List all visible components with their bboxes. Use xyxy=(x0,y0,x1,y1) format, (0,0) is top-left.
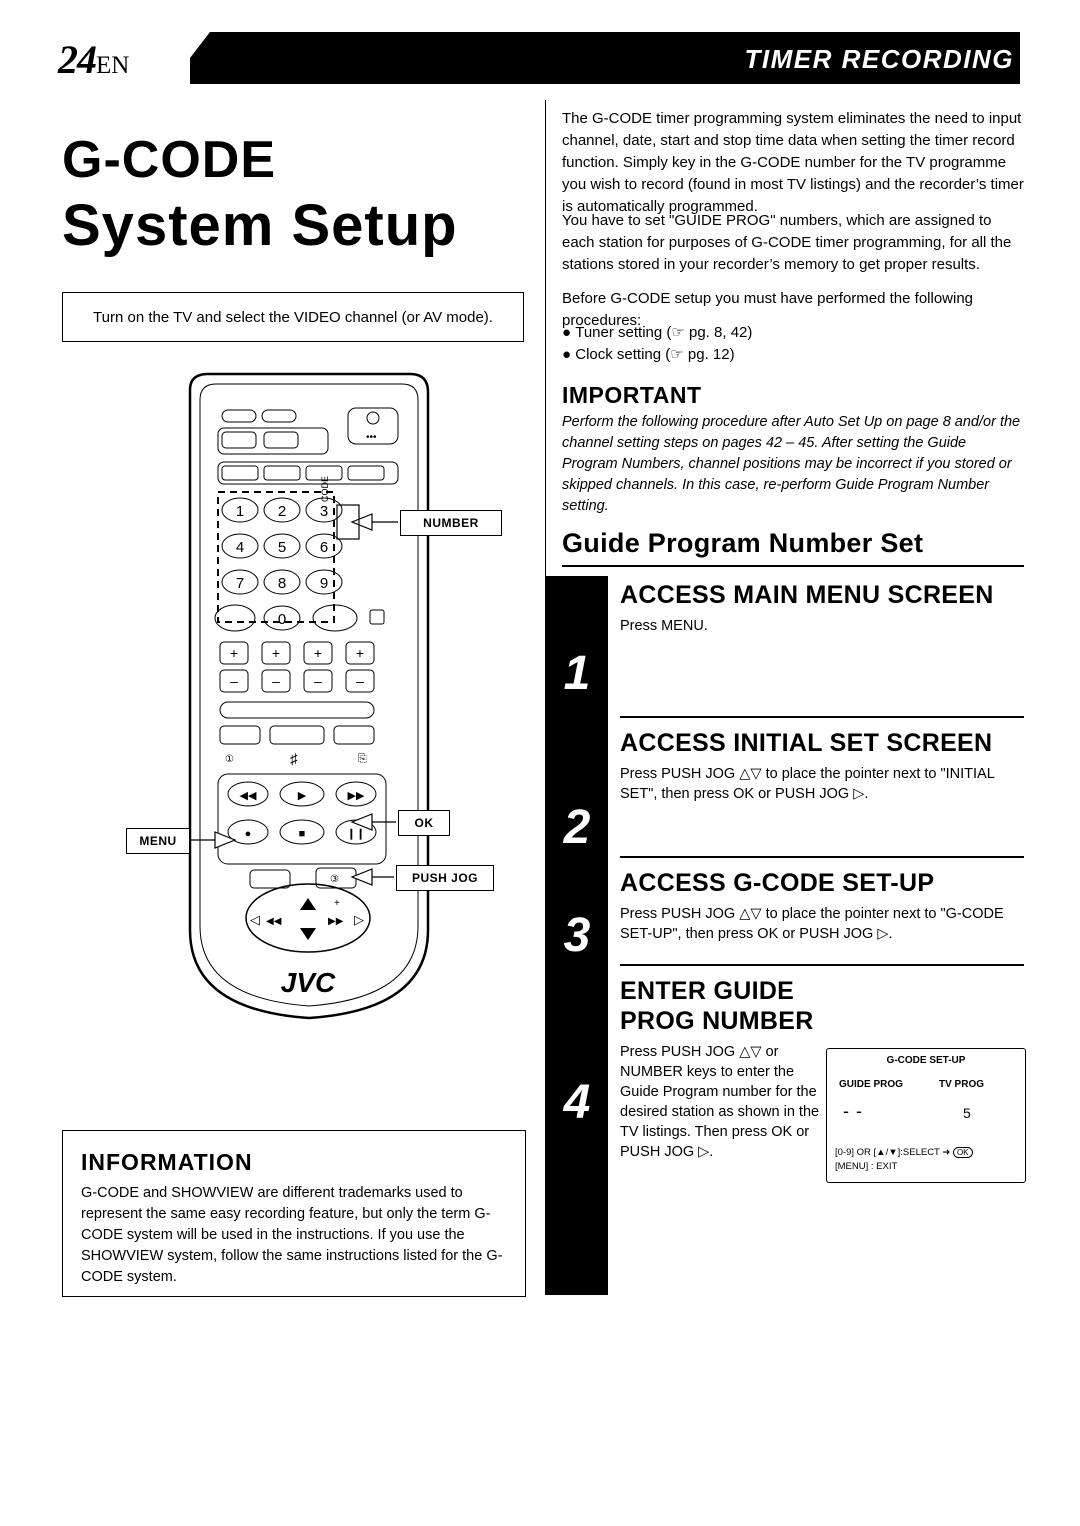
prerequisite-item: ● Clock setting (☞ pg. 12) xyxy=(562,346,735,363)
step-4-body: Press PUSH JOG △▽ or NUMBER keys to ente… xyxy=(620,1044,820,1160)
page-number-value: 24 xyxy=(58,37,97,82)
step-4: ENTER GUIDE PROG NUMBER Press PUSH JOG △… xyxy=(620,976,820,1162)
page-title-line2: System Setup xyxy=(62,193,458,258)
intro-paragraph-2: You have to set "GUIDE PROG" numbers, wh… xyxy=(562,212,1012,273)
osd-column-guide-prog: GUIDE PROG xyxy=(839,1079,903,1090)
information-body: G-CODE and SHOWVIEW are different tradem… xyxy=(81,1185,503,1285)
svg-text:3: 3 xyxy=(320,503,328,520)
page-number: 24EN xyxy=(58,36,129,83)
remote-label-small: ⎘ xyxy=(358,753,367,765)
information-heading: INFORMATION xyxy=(81,1149,253,1175)
information-box: INFORMATION G-CODE and SHOWVIEW are diff… xyxy=(62,1130,526,1297)
svg-text:+: + xyxy=(230,645,238,661)
svg-text:–: – xyxy=(230,673,238,689)
osd-column-tv-prog: TV PROG xyxy=(939,1079,985,1090)
svg-text:7: 7 xyxy=(236,575,244,592)
jog-right-icon: ▷ xyxy=(354,912,364,927)
osd-ok-glyph: OK xyxy=(952,1147,973,1158)
remote-body xyxy=(188,372,430,1020)
step-2-title: ACCESS INITIAL SET SCREEN xyxy=(620,729,993,757)
svg-text:5: 5 xyxy=(278,539,286,556)
osd-guide-prog-value: - - xyxy=(843,1101,863,1121)
brand-logo: JVC xyxy=(281,967,336,998)
svg-text:❙❙: ❙❙ xyxy=(347,828,365,840)
svg-text:▶: ▶ xyxy=(298,790,307,802)
step-divider-2 xyxy=(620,856,1024,858)
jog-ff-icon: ▶▶ xyxy=(328,916,344,927)
svg-text:●: ● xyxy=(245,828,252,840)
step-3-title: ACCESS G-CODE SET-UP xyxy=(620,869,935,897)
prerequisite-item: ● Tuner setting (☞ pg. 8, 42) xyxy=(562,324,753,341)
prerequisite-text: Tuner setting (☞ pg. 8, 42) xyxy=(575,324,753,341)
prerequisite-list: ● Tuner setting (☞ pg. 8, 42) ● Clock se… xyxy=(562,322,1024,366)
jog-rew-icon: ◀◀ xyxy=(266,916,282,927)
page-language: EN xyxy=(96,52,130,79)
svg-text:■: ■ xyxy=(299,828,306,840)
remote-dots: ••• xyxy=(366,432,377,443)
callout-number: NUMBER xyxy=(400,510,502,536)
step-3-body: Press PUSH JOG △▽ to place the pointer n… xyxy=(620,906,1004,942)
svg-text:–: – xyxy=(272,673,280,689)
manual-page: 24EN TIMER RECORDING G-CODE System Setup… xyxy=(0,0,1080,1526)
osd-title: G-CODE SET-UP xyxy=(886,1055,966,1066)
remote-label-tape: ♯ xyxy=(290,751,298,768)
osd-screen: G-CODE SET-UP GUIDE PROG TV PROG - - 5 [… xyxy=(826,1048,1026,1183)
callout-ok: OK xyxy=(398,810,450,836)
step-1-body: Press MENU. xyxy=(620,618,708,634)
callout-push-jog: PUSH JOG xyxy=(396,865,494,891)
step-2: ACCESS INITIAL SET SCREEN Press PUSH JOG… xyxy=(620,728,1024,804)
step-number-4: 4 xyxy=(563,1076,591,1129)
step-divider-1 xyxy=(620,716,1024,718)
remote-label-small: ① xyxy=(225,754,234,765)
step-2-body: Press PUSH JOG △▽ to place the pointer n… xyxy=(620,766,995,802)
tv-setup-note: Turn on the TV and select the VIDEO chan… xyxy=(62,292,524,342)
svg-text:4: 4 xyxy=(236,539,244,556)
svg-text:9: 9 xyxy=(320,575,328,592)
page-title-line1: G-CODE xyxy=(62,131,276,189)
svg-text:–: – xyxy=(356,673,364,689)
jog-plus-minus: + xyxy=(334,898,340,909)
step-1-title: ACCESS MAIN MENU SCREEN xyxy=(620,581,994,609)
step-1: ACCESS MAIN MENU SCREEN Press MENU. xyxy=(620,580,1024,636)
osd-tv-prog-value: 5 xyxy=(963,1105,971,1121)
osd-footer-select: [0-9] OR [▲/▼]:SELECT ➜ OK xyxy=(835,1147,973,1158)
svg-text:0: 0 xyxy=(278,611,286,628)
svg-text:+: + xyxy=(272,645,280,661)
svg-text:–: – xyxy=(314,673,322,689)
svg-text:8: 8 xyxy=(278,575,286,592)
svg-text:+: + xyxy=(314,645,322,661)
callout-menu: MENU xyxy=(126,828,190,854)
svg-text:+: + xyxy=(356,645,364,661)
step-3: ACCESS G-CODE SET-UP Press PUSH JOG △▽ t… xyxy=(620,868,1024,944)
jog-left-icon: ◁ xyxy=(250,912,260,927)
section-title: TIMER RECORDING xyxy=(744,44,1014,74)
step-divider-3 xyxy=(620,964,1024,966)
osd-footer-select-text: [0-9] OR [▲/▼]:SELECT ➜ xyxy=(835,1147,951,1158)
remote-control-illustration: ••• CODE 123 456 789 0 + + + + – – – – ①… xyxy=(188,372,430,1020)
svg-text:1: 1 xyxy=(236,503,244,520)
svg-text:2: 2 xyxy=(278,503,286,520)
prerequisite-text: Clock setting (☞ pg. 12) xyxy=(575,346,735,363)
osd-footer-exit: [MENU] : EXIT xyxy=(835,1161,898,1172)
svg-text:6: 6 xyxy=(320,539,328,556)
step-4-title: ENTER GUIDE PROG NUMBER xyxy=(620,977,814,1035)
intro-paragraph-1: The G-CODE timer programming system elim… xyxy=(562,110,1024,215)
svg-text:◀◀: ◀◀ xyxy=(240,790,257,802)
svg-text:▶▶: ▶▶ xyxy=(348,790,365,802)
ok-button-glyph: ③ xyxy=(330,874,339,885)
